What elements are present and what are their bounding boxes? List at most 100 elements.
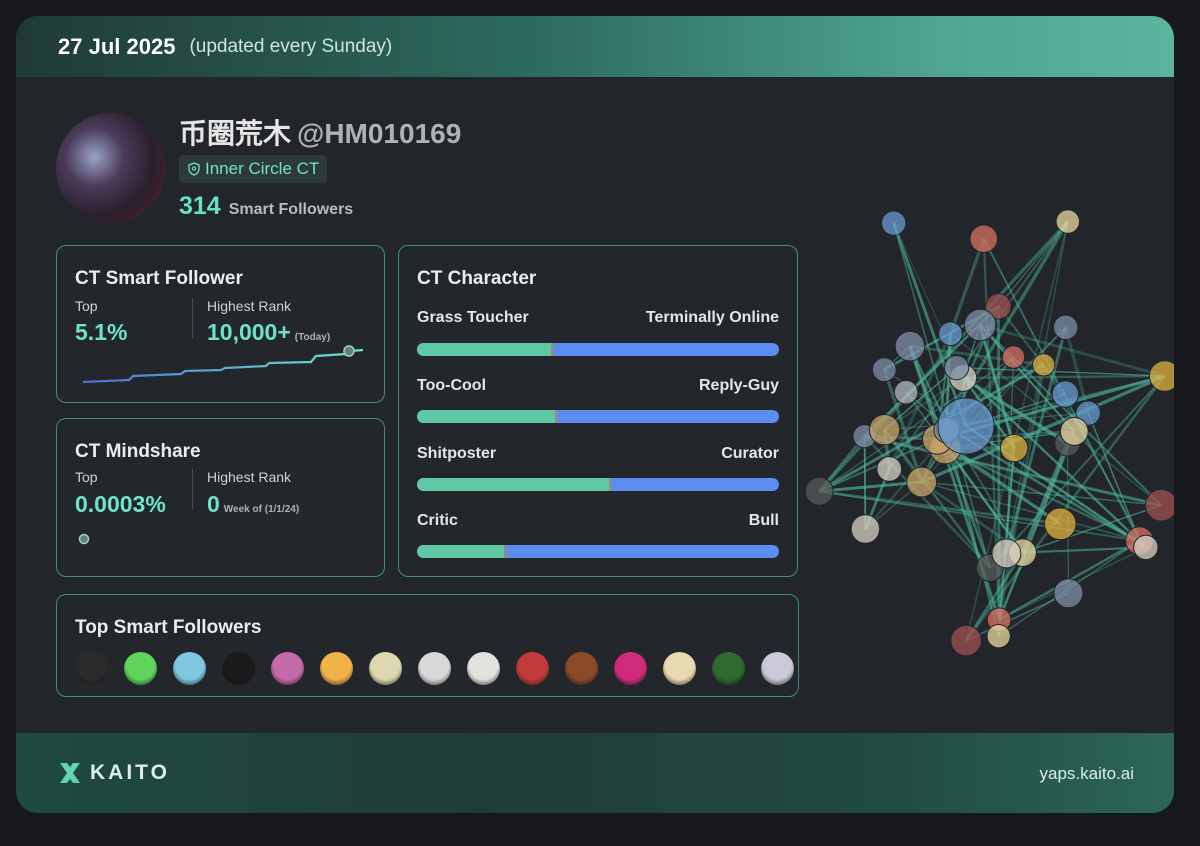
trait-right-label: Bull xyxy=(748,512,779,529)
mindshare-panel: CT Mindshare Top 0.0003% Highest Rank 0W… xyxy=(56,418,385,577)
trait-knob xyxy=(550,343,554,356)
network-node-avatar xyxy=(1059,416,1089,446)
network-node-avatar xyxy=(1053,578,1084,609)
network-node-avatar xyxy=(1044,507,1077,541)
follower-avatar[interactable] xyxy=(418,652,451,685)
network-node-avatar xyxy=(1133,534,1159,561)
follower-avatar[interactable] xyxy=(173,652,206,685)
panel-title: Top Smart Followers xyxy=(75,617,262,638)
trait-knob xyxy=(608,478,612,491)
follower-avatar[interactable] xyxy=(467,652,500,685)
network-node-avatar xyxy=(804,476,834,506)
top-value: 0.0003% xyxy=(75,491,166,517)
follower-avatar[interactable] xyxy=(565,652,598,685)
network-node-avatar xyxy=(876,456,903,482)
trait-right-label: Terminally Online xyxy=(645,309,779,326)
profile-handle[interactable]: @HM010169 xyxy=(297,118,461,149)
header-bar: 27 Jul 2025 (updated every Sunday) xyxy=(16,16,1174,77)
report-date: 27 Jul 2025 xyxy=(58,33,176,59)
trait-bar xyxy=(417,343,779,356)
network-node-avatar xyxy=(1053,314,1079,341)
network-node-avatar xyxy=(906,466,938,498)
follower-avatar[interactable] xyxy=(614,652,647,685)
trait-left-label: Shitposter xyxy=(417,445,497,462)
follower-avatar[interactable] xyxy=(124,652,157,685)
network-node-avatar xyxy=(950,624,982,657)
smart-followers-count: 314 Smart Followers xyxy=(179,192,353,221)
network-node-avatar xyxy=(893,379,919,405)
network-node-avatar xyxy=(850,514,881,544)
trait-bar xyxy=(417,545,779,558)
network-node-avatar xyxy=(991,538,1022,569)
network-node-avatar xyxy=(1144,488,1174,522)
trait-left-label: Critic xyxy=(417,512,458,529)
follower-avatar[interactable] xyxy=(320,652,353,685)
kaito-logo-icon xyxy=(60,763,80,783)
update-note: (updated every Sunday) xyxy=(189,35,393,57)
trait-left-label: Too-Cool xyxy=(417,377,487,394)
rank-value: 0 xyxy=(207,491,220,517)
site-link[interactable]: yaps.kaito.ai xyxy=(1040,764,1135,784)
follower-avatar-row xyxy=(75,652,794,685)
follower-avatar[interactable] xyxy=(75,652,108,685)
trait-fill xyxy=(417,545,504,558)
mindshare-sparkline xyxy=(78,533,359,545)
trait-knob xyxy=(554,410,558,423)
followers-number: 314 xyxy=(179,192,221,220)
rank-value-wrap: 0 Week of (1/1/24) xyxy=(207,491,299,518)
character-panel: CT Character Grass Toucher Terminally On… xyxy=(398,245,798,577)
profile-card: 27 Jul 2025 (updated every Sunday) 币圈荒木 @… xyxy=(16,16,1174,813)
trait-fill xyxy=(417,343,551,356)
footer-bar: KAITO yaps.kaito.ai xyxy=(16,733,1174,813)
network-node-avatar xyxy=(871,357,897,383)
rank-label: Highest Rank xyxy=(207,298,292,314)
panel-title: CT Character xyxy=(417,268,537,289)
rank-label: Highest Rank xyxy=(207,469,292,485)
network-node-avatar xyxy=(1055,209,1081,234)
network-node-avatar xyxy=(1032,353,1056,377)
top-label: Top xyxy=(75,298,98,314)
follower-avatar[interactable] xyxy=(516,652,549,685)
divider xyxy=(192,298,193,338)
shield-icon xyxy=(188,162,200,176)
smart-follower-panel: CT Smart Follower Top 5.1% Highest Rank … xyxy=(56,245,385,403)
panel-title: CT Mindshare xyxy=(75,441,201,462)
network-node-avatar xyxy=(881,210,907,236)
network-node-avatar xyxy=(986,624,1011,649)
network-node-avatar xyxy=(937,397,995,455)
display-name: 币圈荒木 xyxy=(179,118,292,149)
panel-title: CT Smart Follower xyxy=(75,268,243,289)
follower-avatar[interactable] xyxy=(663,652,696,685)
network-node-avatar xyxy=(938,321,963,347)
network-node-avatar xyxy=(943,354,970,381)
follower-network-graph xyxy=(804,209,1174,657)
network-node-avatar xyxy=(963,308,997,342)
network-node-avatar xyxy=(1148,360,1174,392)
rank-note: Week of (1/1/24) xyxy=(223,504,300,515)
badge-label: Inner Circle CT xyxy=(205,159,320,178)
trait-right-label: Reply-Guy xyxy=(698,377,779,394)
trait-right-label: Curator xyxy=(721,445,779,462)
brand-name: KAITO xyxy=(90,761,170,784)
trait-fill xyxy=(417,410,555,423)
network-node-avatar xyxy=(894,330,926,362)
trait-fill xyxy=(417,478,609,491)
network-node-avatar xyxy=(999,433,1029,463)
follower-avatar[interactable] xyxy=(369,652,402,685)
rank-sparkline xyxy=(82,345,364,384)
top-followers-panel: Top Smart Followers xyxy=(56,594,799,697)
follower-avatar[interactable] xyxy=(712,652,745,685)
trait-left-label: Grass Toucher xyxy=(417,309,529,326)
inner-circle-badge: Inner Circle CT xyxy=(179,155,328,183)
trait-bar xyxy=(417,478,779,491)
trait-knob xyxy=(503,545,507,558)
profile-name: 币圈荒木 @HM010169 xyxy=(179,112,461,152)
top-label: Top xyxy=(75,469,98,485)
divider xyxy=(192,469,193,509)
follower-avatar[interactable] xyxy=(222,652,255,685)
profile-avatar[interactable] xyxy=(56,113,166,223)
follower-avatar[interactable] xyxy=(271,652,304,685)
kaito-logo[interactable]: KAITO xyxy=(58,761,170,785)
network-node-avatar xyxy=(1051,380,1080,408)
network-node-avatar xyxy=(868,414,901,446)
